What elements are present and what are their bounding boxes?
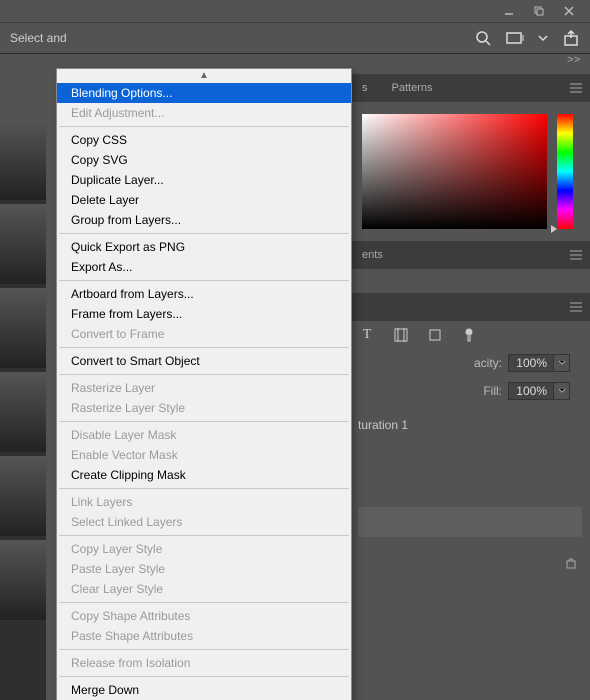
minimize-button[interactable]	[494, 0, 524, 22]
menu-item[interactable]: Merge Down	[57, 680, 351, 700]
menu-separator	[59, 374, 349, 375]
menu-item: Select Linked Layers	[57, 512, 351, 532]
adjustments-panel-tabs: ents	[350, 241, 590, 269]
hue-slider-handle[interactable]	[551, 225, 557, 233]
panel-menu-icon[interactable]	[562, 241, 590, 269]
tool-status-text: Select and	[10, 31, 474, 45]
menu-item[interactable]: Copy SVG	[57, 150, 351, 170]
menu-item: Release from Isolation	[57, 653, 351, 673]
share-icon[interactable]	[562, 29, 580, 47]
menu-item[interactable]: Frame from Layers...	[57, 304, 351, 324]
filmstrip	[0, 120, 46, 700]
menu-separator	[59, 676, 349, 677]
menu-item: Link Layers	[57, 492, 351, 512]
maximize-button[interactable]	[524, 0, 554, 22]
opacity-value[interactable]: 100%	[508, 354, 554, 372]
panel-stack: s Patterns ents T	[0, 66, 590, 577]
menu-item: Edit Adjustment...	[57, 103, 351, 123]
menu-separator	[59, 233, 349, 234]
menu-item: Enable Vector Mask	[57, 445, 351, 465]
chevron-down-icon[interactable]	[538, 29, 548, 47]
menu-item[interactable]: Artboard from Layers...	[57, 284, 351, 304]
tab-swatches[interactable]: s	[350, 74, 380, 102]
shape-layer-filter-icon[interactable]	[392, 326, 410, 344]
menu-item[interactable]: Export As...	[57, 257, 351, 277]
hue-slider[interactable]	[557, 114, 573, 229]
layer-row[interactable]: turation 1	[358, 411, 582, 439]
menu-item: Disable Layer Mask	[57, 425, 351, 445]
collapse-panels[interactable]: >>	[0, 54, 590, 66]
menu-item: Rasterize Layer Style	[57, 398, 351, 418]
lock-row	[350, 551, 590, 577]
menu-item[interactable]: Create Clipping Mask	[57, 465, 351, 485]
thumbnail[interactable]	[0, 204, 46, 284]
thumbnail[interactable]	[0, 456, 46, 536]
fill-value[interactable]: 100%	[508, 382, 554, 400]
menu-scroll-up-icon[interactable]: ▲	[57, 69, 351, 83]
menu-item: Convert to Frame	[57, 324, 351, 344]
color-field[interactable]	[362, 114, 547, 229]
menu-item: Paste Shape Attributes	[57, 626, 351, 646]
options-bar: Select and	[0, 22, 590, 54]
menu-separator	[59, 126, 349, 127]
menu-item[interactable]: Blending Options...	[57, 83, 351, 103]
layer-row-selected[interactable]	[358, 507, 582, 537]
menu-item[interactable]: Copy CSS	[57, 130, 351, 150]
thumbnail[interactable]	[0, 372, 46, 452]
menu-item: Copy Shape Attributes	[57, 606, 351, 626]
window-titlebar	[0, 0, 590, 22]
menu-item[interactable]: Convert to Smart Object	[57, 351, 351, 371]
menu-separator	[59, 347, 349, 348]
menu-separator	[59, 488, 349, 489]
menu-item[interactable]: Group from Layers...	[57, 210, 351, 230]
panel-menu-icon[interactable]	[562, 74, 590, 102]
menu-item: Rasterize Layer	[57, 378, 351, 398]
layer-list: turation 1	[350, 405, 590, 551]
menu-item: Paste Layer Style	[57, 559, 351, 579]
close-button[interactable]	[554, 0, 584, 22]
menu-separator	[59, 535, 349, 536]
color-panel-body	[350, 102, 590, 241]
tab-patterns[interactable]: Patterns	[380, 74, 445, 102]
layer-filter-row: T	[350, 321, 590, 349]
color-panel-tabs: s Patterns	[350, 74, 590, 102]
menu-item: Clear Layer Style	[57, 579, 351, 599]
adjustments-panel-body	[350, 269, 590, 293]
lock-icon[interactable]	[564, 555, 578, 574]
menu-separator	[59, 649, 349, 650]
panel-menu-icon[interactable]	[562, 293, 590, 321]
menu-separator	[59, 421, 349, 422]
menu-item: Copy Layer Style	[57, 539, 351, 559]
layers-panel-tabs	[350, 293, 590, 321]
layer-context-menu: ▲ Blending Options...Edit Adjustment... C…	[56, 68, 352, 700]
menu-separator	[59, 602, 349, 603]
search-icon[interactable]	[474, 29, 492, 47]
opacity-label: acity:	[442, 356, 502, 370]
tab-ents[interactable]: ents	[350, 241, 395, 269]
filter-toggle-icon[interactable]	[460, 326, 478, 344]
opacity-dropdown-icon[interactable]	[554, 354, 570, 372]
thumbnail[interactable]	[0, 120, 46, 200]
menu-item[interactable]: Quick Export as PNG	[57, 237, 351, 257]
menu-item[interactable]: Duplicate Layer...	[57, 170, 351, 190]
fill-dropdown-icon[interactable]	[554, 382, 570, 400]
opacity-row: acity: 100%	[350, 349, 590, 377]
type-layer-filter-icon[interactable]: T	[358, 326, 376, 344]
menu-separator	[59, 280, 349, 281]
smart-object-filter-icon[interactable]	[426, 326, 444, 344]
layer-name: turation 1	[358, 418, 408, 432]
fill-label: Fill:	[442, 384, 502, 398]
frame-tool-icon[interactable]	[506, 29, 524, 47]
thumbnail[interactable]	[0, 540, 46, 620]
menu-item[interactable]: Delete Layer	[57, 190, 351, 210]
fill-row: Fill: 100%	[350, 377, 590, 405]
thumbnail[interactable]	[0, 288, 46, 368]
